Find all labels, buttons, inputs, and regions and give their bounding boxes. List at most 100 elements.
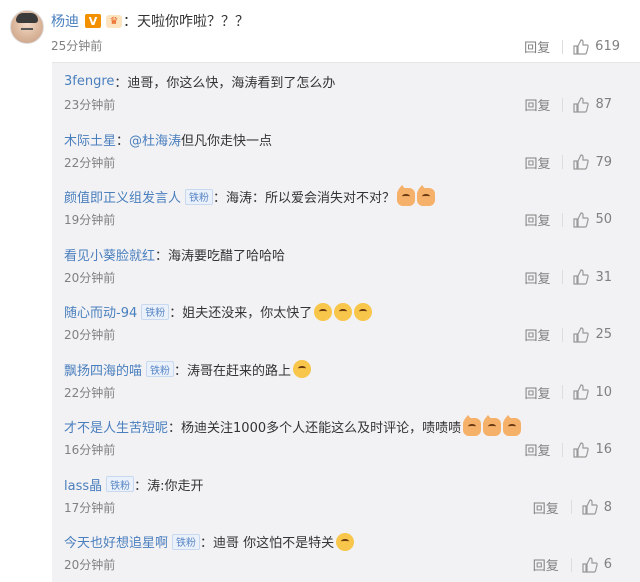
colon: ： [116,133,130,149]
reply-username[interactable]: 颜值即正义组发言人 [64,187,181,206]
like-count: 8 [603,499,612,515]
reply-actions: 回复 87 [524,95,612,114]
main-comment-line: 杨迪 V ♛ ： 天啦你咋啦？？？ [51,11,249,31]
reply-actions: 回复 8 [533,498,612,517]
divider [562,155,564,169]
reply-time: 22分钟前 [64,385,116,400]
reply-actions: 回复 31 [524,268,612,287]
reply-time: 20分钟前 [64,558,116,572]
reply-line: 3fengre：迪哥，你这么快，海涛看到了怎么办 [64,72,335,91]
reply-username[interactable]: 才不是人生苦短呢 [64,417,168,436]
reply-username[interactable]: 3fengre [64,74,114,89]
reply-line: 木际土星： @杜海涛 但凡你走快一点 [64,130,272,149]
main-comment: 杨迪 V ♛ ： 天啦你咋啦？？？ 25分钟前 回复 619 [0,0,640,62]
like-icon[interactable] [573,211,590,228]
reply-text: 杨迪关注1000多个人还能这么及时评论，啧啧啧 [181,421,462,436]
reply-button[interactable]: 回复 [524,37,550,56]
replies-panel: 3fengre：迪哥，你这么快，海涛看到了怎么办 23分钟前 回复 87 木际土星： @杜… [52,62,640,582]
cat-emoji-icon [463,414,482,436]
like-icon[interactable] [573,384,590,400]
grin-emoji-icon [336,532,355,551]
reply-username[interactable]: 飘扬四海的喵 [64,360,142,379]
like-icon[interactable] [582,556,598,573]
reply-button[interactable]: 回复 [524,95,550,114]
divider [570,500,572,514]
reply-button[interactable]: 回复 [524,440,550,459]
reply-time: 23分钟前 [64,98,116,112]
like-icon[interactable] [573,96,590,113]
reply-button[interactable]: 回复 [524,210,550,229]
colon: ： [174,363,188,379]
reply-row: 3fengre：迪哥，你这么快，海涛看到了怎么办 23分钟前 回复 87 [52,63,640,121]
divider [562,385,564,399]
reply-username[interactable]: 随心而动-94 [64,302,137,321]
reply-text: 涛:你走开 [147,478,204,494]
like-count: 6 [603,557,612,572]
reply-button[interactable]: 回复 [524,153,550,172]
reply-username[interactable]: lass晶 [64,475,102,494]
reply-line: 才不是人生苦短呢：杨迪关注1000多个人还能这么及时评论，啧啧啧 [64,414,522,436]
like-icon[interactable] [573,441,590,458]
like-count: 79 [595,154,612,170]
laugh-emoji-icon [314,302,333,321]
reply-text: 迪哥 你这怕不是特关 [213,536,335,551]
reply-text: 迪哥，你这么快，海涛看到了怎么办 [127,76,336,91]
colon: ： [155,248,169,264]
colon: ： [123,14,137,30]
fan-badge: 铁粉 [146,361,175,377]
reply-row: 今天也好想追星啊 铁粉：迪哥 你这怕不是特关 20分钟前 回复 6 [52,523,640,581]
reply-username[interactable]: 今天也好想追星啊 [64,532,168,551]
colon: ： [200,536,214,551]
like-icon[interactable] [573,38,589,55]
reply-button[interactable]: 回复 [524,325,550,344]
like-count: 87 [595,97,612,112]
colon: ： [213,191,227,206]
reply-button[interactable]: 回复 [533,498,559,517]
reply-button[interactable]: 回复 [524,383,550,402]
reply-line: 随心而动-94 铁粉：姐夫还没来，你太快了 [64,302,373,321]
reply-row: 木际土星： @杜海涛 但凡你走快一点 22分钟前 回复 79 [52,121,640,179]
laugh-emoji-icon [334,302,353,321]
main-comment-time: 25分钟前 [51,39,103,53]
laugh-emoji-icon [354,302,373,321]
colon: ： [168,421,182,436]
mention-link[interactable]: @杜海涛 [129,130,181,149]
divider [562,39,564,54]
cat-emoji-icon [503,414,522,436]
colon: ： [169,306,183,321]
reply-time: 19分钟前 [64,213,116,227]
like-count: 16 [595,442,612,457]
like-count: 31 [595,269,612,285]
fan-badge: 铁粉 [172,533,201,550]
reply-actions: 回复 50 [524,210,612,229]
verified-badge-icon: V [85,14,101,28]
reply-button[interactable]: 回复 [533,555,559,574]
reply-line: 飘扬四海的喵 铁粉：涛哥在赶来的路上 [64,360,312,379]
reply-username[interactable]: 看见小葵脸就红 [64,245,155,264]
like-count: 50 [595,212,612,227]
reply-text: 但凡你走快一点 [181,133,273,149]
fan-badge: 铁粉 [185,188,214,205]
reply-actions: 回复 6 [533,555,612,574]
main-username[interactable]: 杨迪 [51,11,79,31]
cat-emoji-icon [417,184,436,206]
reply-line: lass晶 铁粉：涛:你走开 [64,475,204,494]
like-count: 10 [595,384,612,400]
divider [562,212,564,227]
like-count: 25 [595,327,612,342]
reply-button[interactable]: 回复 [524,268,550,287]
like-icon[interactable] [573,326,590,343]
reply-actions: 回复 10 [524,383,612,402]
reply-line: 今天也好想追星啊 铁粉：迪哥 你这怕不是特关 [64,532,355,551]
avatar[interactable] [10,10,44,44]
like-icon[interactable] [573,269,590,285]
reply-row: 看见小葵脸就红：海涛要吃醋了哈哈哈 20分钟前 回复 31 [52,236,640,294]
reply-username[interactable]: 木际土星 [64,130,116,149]
like-icon[interactable] [573,154,590,170]
divider [562,442,564,457]
reply-row: 才不是人生苦短呢：杨迪关注1000多个人还能这么及时评论，啧啧啧 16分钟前 回复 1… [52,408,640,466]
like-count: 619 [595,39,620,54]
fan-badge: 铁粉 [141,303,170,320]
like-icon[interactable] [582,499,598,515]
reply-text: 海涛要吃醋了哈哈哈 [168,248,286,264]
